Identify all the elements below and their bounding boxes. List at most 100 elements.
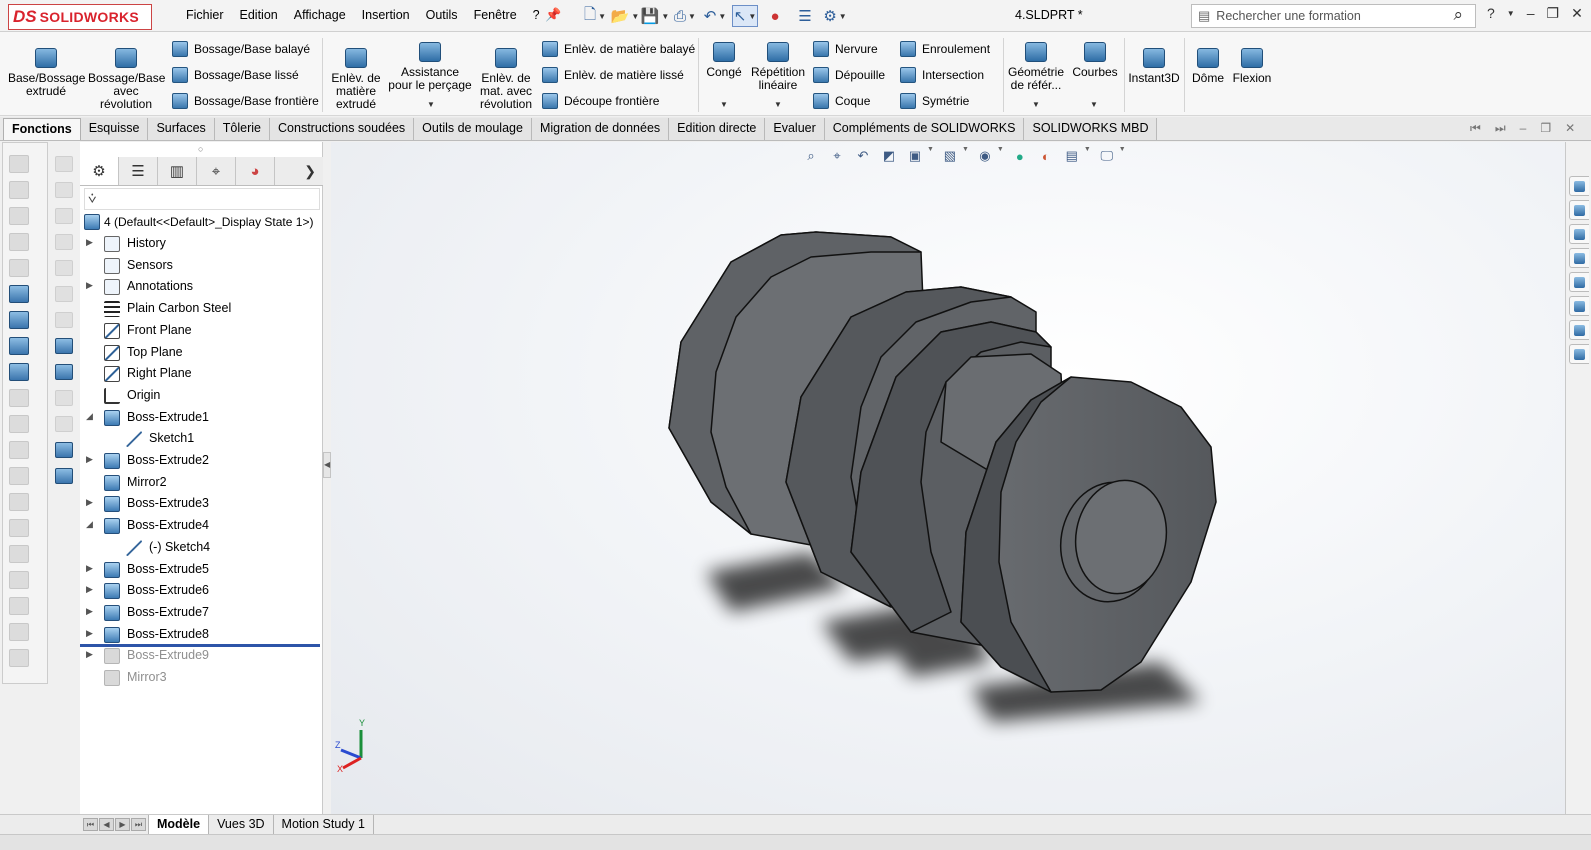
toolbar-button-icon[interactable] <box>55 390 73 406</box>
expand-arrow-icon[interactable]: ▶ <box>86 454 93 465</box>
left-toolbar-button-icon[interactable] <box>9 467 29 485</box>
left-toolbar-button-icon[interactable] <box>9 363 29 381</box>
task-pane-tab-icon[interactable] <box>1569 224 1589 244</box>
tree-item[interactable]: Right Plane <box>80 364 323 384</box>
minimize-button[interactable]: – <box>1527 5 1535 22</box>
feature-tree-tab-icon[interactable]: ⚙ <box>80 157 119 185</box>
print-button[interactable]: ⎙ ▼ <box>672 5 698 27</box>
open-document-button[interactable]: 📂 ▼ <box>611 5 640 27</box>
left-toolbar-button-icon[interactable] <box>9 259 29 277</box>
left-toolbar-button-icon[interactable] <box>9 181 29 199</box>
tree-item[interactable]: Front Plane <box>80 321 323 341</box>
toolbar-button-icon[interactable] <box>55 208 73 224</box>
doc-minimize-button[interactable]: – <box>1520 121 1527 136</box>
tree-item[interactable]: Top Plane <box>80 343 323 363</box>
tab-surfaces[interactable]: Surfaces <box>148 118 215 140</box>
file-properties-button[interactable]: ☰ <box>792 5 818 27</box>
tree-root[interactable]: 4 (Default<<Default>_Display State 1>) <box>84 214 313 230</box>
lofted-boss-button[interactable]: Bossage/Base lissé <box>172 67 299 83</box>
shell-button[interactable]: Coque <box>813 93 870 109</box>
toolbar-button-icon[interactable] <box>55 416 73 432</box>
next-document-icon[interactable]: ⏭ <box>1495 121 1506 136</box>
configuration-manager-tab-icon[interactable]: ▥ <box>158 157 197 185</box>
rib-button[interactable]: Nervure <box>813 41 878 57</box>
options-gear-icon[interactable]: ⚙ ▼ <box>822 5 848 27</box>
tree-item[interactable]: Sensors <box>80 256 323 276</box>
fillet-button[interactable]: Congé <box>702 42 746 79</box>
extruded-boss-button[interactable]: Base/Bossage extrudé <box>8 48 85 98</box>
toolbar-button-icon[interactable] <box>55 364 73 380</box>
menu-insertion[interactable]: Insertion <box>354 8 418 22</box>
rebuild-traffic-light-icon[interactable]: ● <box>762 5 788 27</box>
extruded-cut-button[interactable]: Enlèv. de matière extrudé <box>328 48 384 111</box>
expand-arrow-icon[interactable]: ▶ <box>86 584 93 595</box>
task-pane-tab-icon[interactable] <box>1569 272 1589 292</box>
next-tab-icon[interactable]: ▶ <box>115 818 130 831</box>
dimxpert-tab-icon[interactable]: ⌖ <box>197 157 236 185</box>
left-toolbar-button-icon[interactable] <box>9 493 29 511</box>
left-toolbar-button-icon[interactable] <box>9 389 29 407</box>
swept-cut-button[interactable]: Enlèv. de matière balayé <box>542 41 695 57</box>
left-toolbar-button-icon[interactable] <box>9 337 29 355</box>
tree-item[interactable]: ▶ Boss-Extrude7 <box>80 603 323 623</box>
toolbar-button-icon[interactable] <box>55 182 73 198</box>
menu-fichier[interactable]: Fichier <box>178 8 232 22</box>
menu-outils[interactable]: Outils <box>418 8 466 22</box>
prev-tab-icon[interactable]: ◀ <box>99 818 114 831</box>
toolbar-button-icon[interactable] <box>55 286 73 302</box>
draft-button[interactable]: Dépouille <box>813 67 885 83</box>
toolbar-button-icon[interactable] <box>55 442 73 458</box>
left-toolbar-button-icon[interactable] <box>9 597 29 615</box>
toolbar-button-icon[interactable] <box>55 468 73 484</box>
hole-wizard-dropdown-icon[interactable]: ▼ <box>427 100 435 109</box>
more-tabs-chevron-icon[interactable]: ❯ <box>304 163 316 180</box>
left-toolbar-button-icon[interactable] <box>9 571 29 589</box>
3d-model-view[interactable] <box>331 142 1565 814</box>
curves-dropdown-icon[interactable]: ▼ <box>1090 100 1098 109</box>
help-dropdown-icon[interactable]: ▼ <box>1507 9 1515 22</box>
solidworks-logo[interactable]: DS SOLIDWORKS <box>8 4 152 30</box>
tab-constructions-soudees[interactable]: Constructions soudées <box>270 118 415 140</box>
revolved-boss-button[interactable]: Bossage/Base avec révolution <box>88 48 165 111</box>
restore-button[interactable]: ❐ <box>1547 5 1560 22</box>
toolbar-button-icon[interactable] <box>55 312 73 328</box>
tree-item[interactable]: ◢ Boss-Extrude1 <box>80 408 323 428</box>
first-tab-icon[interactable]: ⏮ <box>83 818 98 831</box>
task-pane-tab-icon[interactable] <box>1569 248 1589 268</box>
expand-arrow-icon[interactable]: ▶ <box>86 237 93 248</box>
left-toolbar-button-icon[interactable] <box>9 649 29 667</box>
display-manager-tab-icon[interactable]: ◕ <box>236 157 275 185</box>
left-toolbar-button-icon[interactable] <box>9 415 29 433</box>
left-toolbar-button-icon[interactable] <box>9 233 29 251</box>
toolbar-button-icon[interactable] <box>55 234 73 250</box>
tab-edition-directe[interactable]: Edition directe <box>669 118 766 140</box>
help-icon[interactable]: ? <box>1487 5 1495 22</box>
tree-item[interactable]: ▶ Boss-Extrude3 <box>80 494 323 514</box>
curves-button[interactable]: Courbes <box>1070 42 1120 79</box>
save-button[interactable]: 💾 ▼ <box>641 5 670 27</box>
boundary-cut-button[interactable]: Découpe frontière <box>542 93 659 109</box>
tab-tolerie[interactable]: Tôlerie <box>214 118 271 140</box>
tab-motion-study-1[interactable]: Motion Study 1 <box>274 815 374 834</box>
expand-arrow-icon[interactable]: ▶ <box>86 497 93 508</box>
collapse-arrow-icon[interactable]: ◢ <box>86 411 93 422</box>
wrap-button[interactable]: Enroulement <box>900 41 990 57</box>
tab-solidworks-mbd[interactable]: SOLIDWORKS MBD <box>1024 118 1158 140</box>
toolbar-button-icon[interactable] <box>55 338 73 354</box>
doc-restore-button[interactable]: ❐ <box>1540 121 1551 136</box>
property-manager-tab-icon[interactable]: ☰ <box>119 157 158 185</box>
fillet-dropdown-icon[interactable]: ▼ <box>720 100 728 109</box>
intersect-button[interactable]: Intersection <box>900 67 984 83</box>
panel-splitter[interactable]: ◀ <box>323 452 331 478</box>
tab-evaluer[interactable]: Evaluer <box>765 118 825 140</box>
tree-item[interactable]: ▶ Boss-Extrude6 <box>80 581 323 601</box>
last-tab-icon[interactable]: ⏭ <box>131 818 146 831</box>
collapse-arrow-icon[interactable]: ◢ <box>86 519 93 530</box>
tree-item[interactable]: Plain Carbon Steel <box>80 299 323 319</box>
undo-button[interactable]: ↶ ▼ <box>702 5 728 27</box>
tree-item[interactable]: (-) Sketch4 <box>80 538 323 558</box>
instant3d-button[interactable]: Instant3D <box>1128 48 1180 85</box>
tree-item[interactable]: Mirror2 <box>80 473 323 493</box>
tab-modele[interactable]: Modèle <box>148 815 210 834</box>
left-toolbar-button-icon[interactable] <box>9 441 29 459</box>
